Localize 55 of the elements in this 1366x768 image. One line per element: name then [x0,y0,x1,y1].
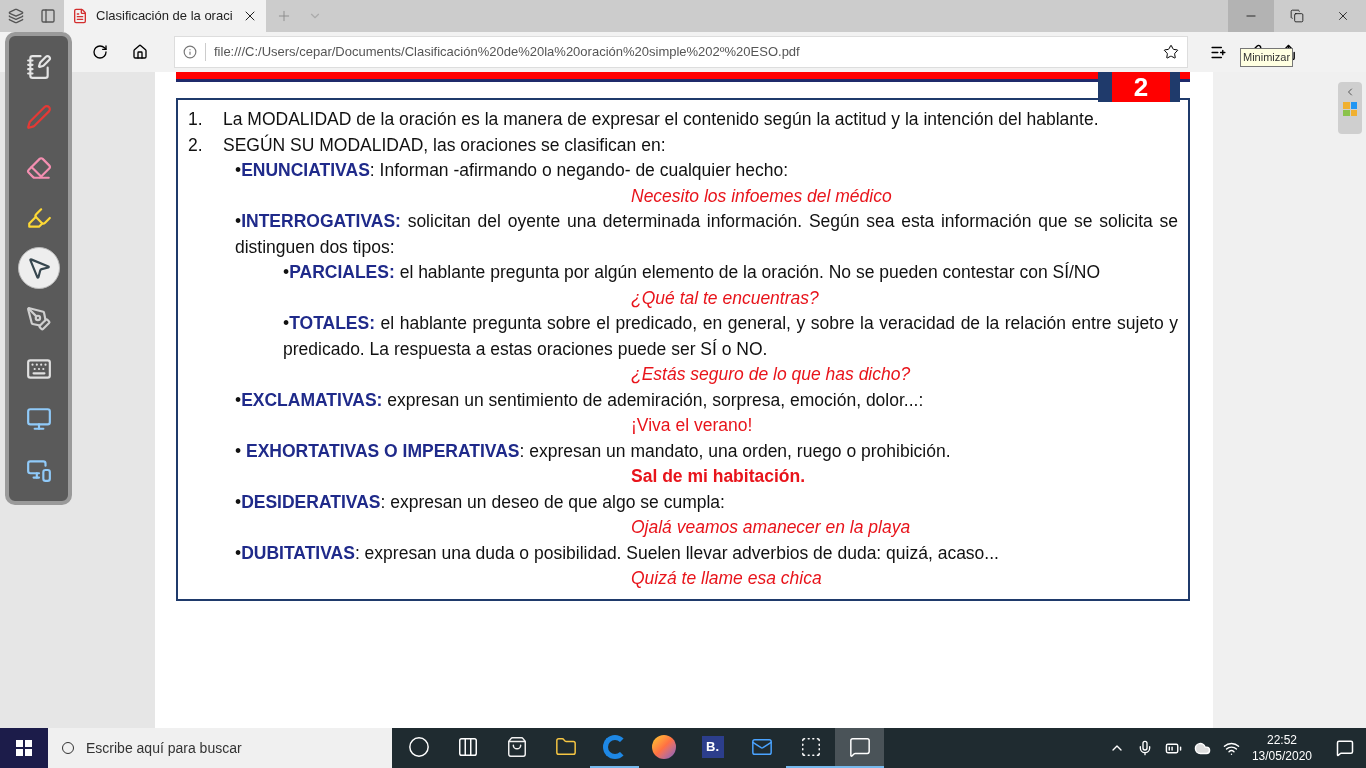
taskbar-app[interactable]: B. [688,728,737,768]
pdf-file-icon [72,8,88,24]
bullet-text: •EXCLAMATIVAS: expresan un sentimiento de ademiración, sorpresa, emoción, dolor...: [235,388,925,412]
info-icon [183,45,197,59]
tooltip: Minimizar [1240,48,1294,67]
example-sentence: ¿Estás seguro de lo que has dicho? [631,364,911,384]
bullet-text: •DESIDERATIVAS: expresan un deseo de que algo se cumpla: [235,490,726,514]
tab-preview-icon[interactable] [40,8,56,24]
list-number: 2. [188,133,204,157]
example-sentence: Ojalá veamos amanecer en la playa [631,517,911,537]
app-grid-icon [1343,102,1357,116]
example-sentence: Quizá te llame esa chica [631,568,822,588]
search-field[interactable]: Escribe aquí para buscar [48,728,392,768]
example-sentence: ¿Qué tal te encuentras? [631,287,819,308]
pen-icon [25,104,52,131]
home-icon[interactable] [132,44,148,60]
clock-date[interactable]: 13/05/2020 [1251,748,1312,764]
circle-icon [407,736,430,758]
browser-tab[interactable]: Clasificación de la oraci [64,0,266,32]
tab-title: Clasificación de la oraci [96,7,233,26]
notepad-pencil-icon [25,54,52,81]
side-panel-handle[interactable] [1338,82,1362,134]
refresh-icon[interactable] [92,44,108,60]
paragraph-text: SEGÚN SU MODALIDAD, las oraciones se clasifican en: [223,133,667,157]
bullet-text: •INTERROGATIVAS: solicitan del oyente una determinada información. Según sea esta información que se solicita se distinguen dos tipos: [235,210,1178,259]
booking-app-icon: B. [701,736,724,758]
bullet-text: • EXHORTATIVAS O IMPERATIVAS: expresan un mandato, una orden, ruego o prohibición. [235,439,952,463]
eraser-icon [25,154,52,181]
address-field[interactable]: file:///C:/Users/cepar/Documents/Clasificación%20de%20la%20oración%20simple%202º%20ESO.pdf [174,36,1188,68]
screen-capture-icon [25,406,52,433]
url-text: file:///C:/Users/cepar/Documents/Clasificación%20de%20la%20oración%20simple%202º%20ESO.pdf [214,43,800,62]
start-button[interactable] [0,728,48,768]
example-sentence: Sal de mi habitación. [631,466,806,486]
star-icon[interactable] [1163,44,1179,60]
restore-icon [1290,9,1304,23]
close-icon [1336,9,1350,23]
notifications-icon[interactable] [1336,739,1354,757]
bullet-text: •DUBITATIVAS: expresan una duda o posibilidad. Suelen llevar adverbios de duda: quizá, acaso... [235,541,1000,565]
task-view-icon [456,736,479,758]
paragraph-text: La MODALIDAD de la oración es la manera de expresar el contenido según la actitud y la intención del hablante. [223,108,1100,131]
clock-time[interactable]: 22:52 [1266,732,1297,748]
bullet-text: •ENUNCIATIVAS: Informan -afirmando o negando- de cualquier hecho: [235,159,790,182]
laser-pen-icon [25,305,52,332]
windows-logo-icon [16,740,32,756]
folder-icon [554,736,577,758]
bullet-text: •TOTALES: el hablante pregunta sobre el predicado, en general, y sobre la veracidad de la relación entre sujeto y predicado. La respuesta a estas oraciones puede ser SÍ o NO. [282,312,1178,361]
example-sentence: Necesito los infoemes del médico [631,185,892,206]
bullet-text: •PARCIALES: el hablante pregunta por algún elemento de la oración. No se pueden contestar con SÍ/NO [282,261,1102,284]
taskbar-app[interactable] [835,728,884,768]
shopping-bag-icon [505,736,528,758]
list-number: 1. [188,108,204,131]
tabs-aside-icon[interactable] [8,8,24,24]
example-sentence: ¡Viva el verano! [631,415,753,435]
envelope-icon [750,736,773,758]
dashed-square-icon [799,736,822,758]
